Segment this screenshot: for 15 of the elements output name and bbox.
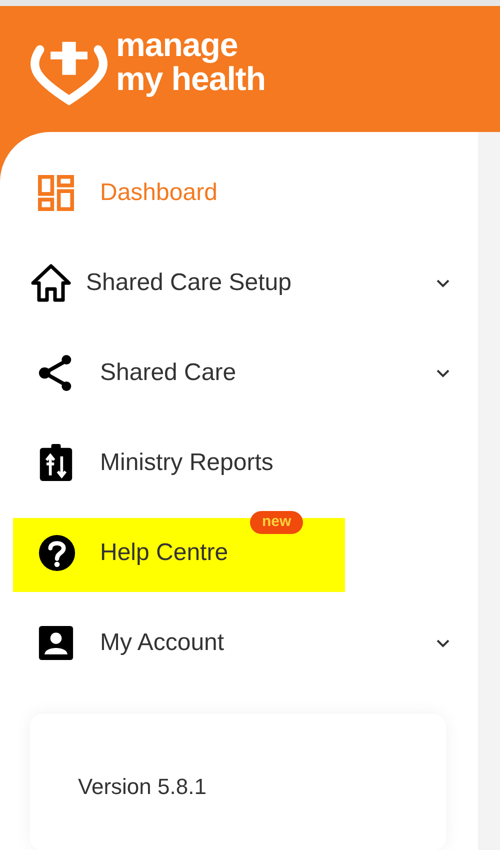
person-icon <box>38 625 74 661</box>
menu-item[interactable]: Shared Care <box>0 353 478 393</box>
menu-item[interactable]: My Account <box>0 623 478 663</box>
house-icon <box>30 263 72 303</box>
version-text: Version 5.8.1 <box>78 774 206 799</box>
menu-item[interactable]: Help Centre <box>0 533 478 573</box>
logo-text: manage <box>116 28 239 62</box>
new-badge: new <box>250 511 304 534</box>
logo-text: my health <box>116 62 266 96</box>
menu-item[interactable]: Shared Care Setup <box>0 263 478 303</box>
help-icon <box>38 534 76 572</box>
menu-item[interactable]: Ministry Reports <box>0 443 478 483</box>
report-icon <box>38 443 74 483</box>
dashboard-icon <box>38 175 74 211</box>
share-icon <box>38 353 74 393</box>
